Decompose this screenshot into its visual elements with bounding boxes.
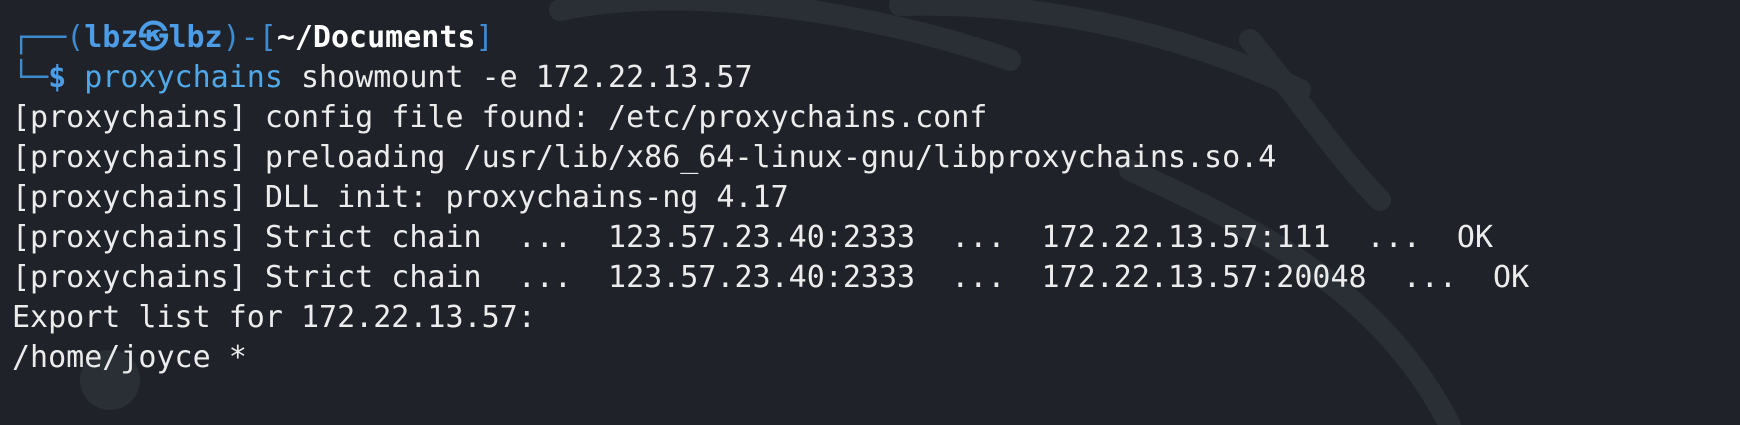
command-flag: -e bbox=[481, 60, 518, 95]
prompt-user: lbz bbox=[84, 20, 139, 55]
output-line: Export list for 172.22.13.57: bbox=[12, 300, 536, 335]
prompt-frame-mid: )-[ bbox=[222, 20, 277, 55]
output-line: [proxychains] Strict chain ... 123.57.23… bbox=[12, 260, 1530, 295]
output-line: [proxychains] DLL init: proxychains-ng 4… bbox=[12, 180, 789, 215]
command-args-2: 172.22.13.57 bbox=[517, 60, 753, 95]
command-line[interactable]: └─$ proxychains showmount -e 172.22.13.5… bbox=[12, 58, 1740, 98]
skull-icon: ㉿ bbox=[138, 20, 169, 55]
prompt-host: lbz bbox=[168, 20, 223, 55]
prompt-frame-end: ] bbox=[475, 20, 494, 55]
prompt-dollar: $ bbox=[48, 60, 67, 95]
output-line: [proxychains] preloading /usr/lib/x86_64… bbox=[12, 140, 1277, 175]
prompt-header-line: ┌──(lbz㉿lbz)-[~/Documents] bbox=[12, 18, 1740, 58]
prompt-frame-bottom: └─ bbox=[12, 60, 49, 95]
output-line: [proxychains] Strict chain ... 123.57.23… bbox=[12, 220, 1494, 255]
command-args-1: showmount bbox=[282, 60, 482, 95]
output-line: /home/joyce * bbox=[12, 340, 247, 375]
prompt-cwd: ~/Documents bbox=[276, 20, 476, 55]
terminal-window[interactable]: ┌──(lbz㉿lbz)-[~/Documents] └─$ proxychai… bbox=[0, 0, 1740, 425]
output-line: [proxychains] config file found: /etc/pr… bbox=[12, 100, 988, 135]
prompt-frame-top: ┌──( bbox=[12, 20, 85, 55]
command-name: proxychains bbox=[84, 60, 283, 95]
